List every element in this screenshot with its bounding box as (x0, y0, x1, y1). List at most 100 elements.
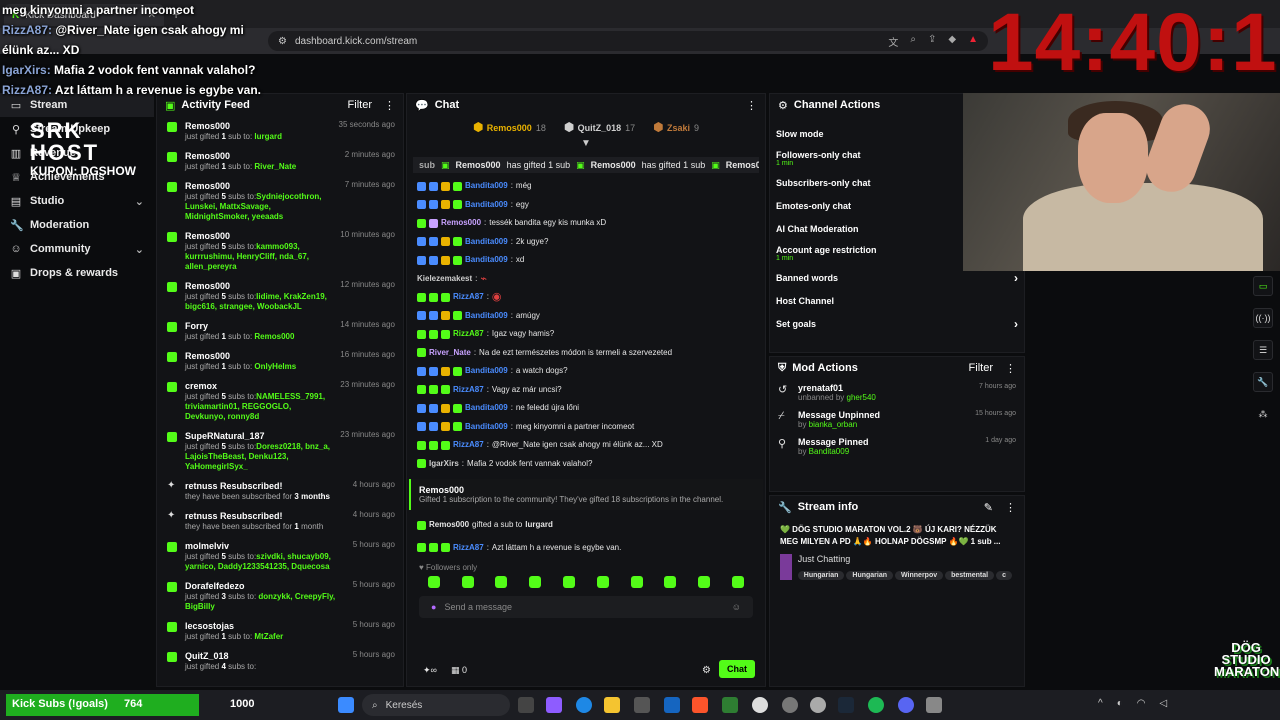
list-tool-icon[interactable]: ☰ (1253, 340, 1273, 360)
task-view-icon[interactable] (518, 697, 534, 713)
chat-username[interactable]: Bandita009 (465, 362, 508, 381)
kebab-menu-icon[interactable]: ⋮ (384, 99, 395, 112)
store-icon[interactable] (634, 697, 650, 713)
tray-app-icon[interactable]: ◐ (1117, 698, 1123, 709)
chat-username[interactable]: IgarXirs (429, 455, 459, 474)
sidebar-item-studio[interactable]: ▤ Studio ⌄ (0, 189, 154, 213)
feed-item-name[interactable]: SupeRNatural_187 (185, 430, 332, 442)
edge-icon[interactable] (576, 697, 592, 713)
chat-username[interactable]: Kielezemakest (417, 270, 472, 289)
tray-chevron-icon[interactable]: ^ (1098, 698, 1103, 709)
settings-gear-icon[interactable]: ⚙ (702, 665, 711, 676)
emoji-icon[interactable]: ☺ (732, 602, 741, 612)
translate-icon[interactable]: 文 (888, 34, 898, 49)
emote-icon[interactable] (461, 576, 474, 588)
feed-item-name[interactable]: Remos000 (185, 180, 337, 192)
chat-username[interactable]: Bandita009 (465, 177, 508, 196)
more-tool-icon[interactable]: ⁂ (1253, 404, 1273, 424)
emote-icon[interactable] (596, 576, 609, 588)
kebab-menu-icon[interactable]: ⋮ (1005, 501, 1016, 514)
chat-username[interactable]: Bandita009 (465, 399, 508, 418)
rewards-icon[interactable]: ▲ (968, 34, 978, 49)
copilot-icon[interactable] (546, 697, 562, 713)
obs-icon[interactable] (752, 697, 768, 713)
brave-icon[interactable] (692, 697, 708, 713)
gifter-name[interactable]: Remos000 (487, 123, 532, 133)
category-name[interactable]: Just Chatting (798, 554, 1014, 564)
app2-icon[interactable] (782, 697, 798, 713)
gifter-name[interactable]: QuitZ_018 (578, 123, 622, 133)
feed-item-name[interactable]: QuitZ_018 (185, 650, 345, 662)
chat-username[interactable]: Remos000 (441, 214, 481, 233)
site-settings-icon[interactable]: ⚙ (278, 36, 287, 47)
feed-item-name[interactable]: Remos000 (185, 350, 332, 362)
kebab-menu-icon[interactable]: ⋮ (746, 99, 757, 112)
feed-item-name[interactable]: Forry (185, 320, 332, 332)
share-icon[interactable]: ⇪ (928, 34, 936, 49)
zoom-icon[interactable]: ⌕ (910, 34, 916, 49)
chat-username[interactable]: Bandita009 (465, 233, 508, 252)
chat-username[interactable]: RizzA87 (453, 539, 484, 558)
chat-username[interactable]: Bandita009 (465, 251, 508, 270)
emote-icon[interactable] (664, 576, 677, 588)
emote-icon[interactable] (495, 576, 508, 588)
chat-username[interactable]: RizzA87 (453, 325, 484, 344)
feed-item-name[interactable]: Remos000 (185, 150, 337, 162)
chat-username[interactable]: RizzA87 (453, 288, 484, 307)
stream-tag[interactable]: Hungarian (846, 571, 894, 580)
sidebar-item-drops-rewards[interactable]: ▣ Drops & rewards (0, 261, 154, 285)
emote-icon[interactable] (529, 576, 542, 588)
feed-item-name[interactable]: Dorafelfedezo (185, 580, 345, 592)
chat-username[interactable]: RizzA87 (453, 381, 484, 400)
spotify-icon[interactable] (868, 697, 884, 713)
mod-action-who[interactable]: gher540 (847, 393, 876, 402)
chat-username[interactable]: Bandita009 (465, 307, 508, 326)
feed-item-name[interactable]: retnuss Resubscribed! (185, 510, 345, 522)
sidebar-item-community[interactable]: ☺ Community ⌄ (0, 237, 154, 261)
kebab-menu-icon[interactable]: ⋮ (1005, 362, 1016, 375)
edit-icon[interactable]: ✎ (984, 501, 993, 514)
chat-input[interactable]: ● Send a message ☺ (419, 596, 753, 618)
feed-item-name[interactable]: Remos000 (185, 280, 332, 292)
gifter-name[interactable]: Zsaki (667, 123, 690, 133)
feed-item-name[interactable]: Remos000 (185, 120, 331, 132)
channel-action-host-channel[interactable]: Host Channel (770, 289, 1024, 312)
emote-icon[interactable] (630, 576, 643, 588)
file-explorer-icon[interactable] (604, 697, 620, 713)
wrench-tool-icon[interactable]: 🔧 (1253, 372, 1273, 392)
feed-item-name[interactable]: cremox (185, 380, 332, 392)
emote-icon[interactable] (427, 576, 440, 588)
app-icon[interactable] (722, 697, 738, 713)
chat-username[interactable]: River_Nate (429, 344, 471, 363)
feed-filter-button[interactable]: Filter (348, 99, 372, 111)
points-icon[interactable]: ✦∞ (423, 665, 437, 676)
volume-icon[interactable]: ◁ (1159, 698, 1167, 709)
sidebar-item-moderation[interactable]: 🔧 Moderation (0, 213, 154, 237)
stream-tag[interactable]: bestmental (945, 571, 995, 580)
feed-item-name[interactable]: Remos000 (185, 230, 332, 242)
chat-username[interactable]: Bandita009 (465, 418, 508, 437)
chat-tool-icon[interactable]: ▭ (1253, 276, 1273, 296)
stream-tag[interactable]: Winnerpov (895, 571, 944, 580)
mic-icon[interactable]: ● (431, 602, 436, 612)
wifi-icon[interactable]: ◠ (1137, 698, 1146, 709)
broadcast-icon[interactable]: ((·)) (1253, 308, 1273, 328)
collapse-icon[interactable]: ▼ (407, 138, 765, 149)
windows-start-icon[interactable] (338, 697, 354, 713)
stream-tag[interactable]: c (996, 571, 1012, 580)
mod-filter-button[interactable]: Filter (969, 362, 993, 374)
emote-icon[interactable] (732, 576, 745, 588)
emote-icon[interactable] (563, 576, 576, 588)
taskbar-search[interactable]: ⌕ Keresés (362, 694, 510, 716)
calculator-icon[interactable] (926, 697, 942, 713)
stream-tag[interactable]: Hungarian (797, 571, 845, 580)
brave-shield-icon[interactable]: ◆ (948, 34, 956, 49)
send-chat-button[interactable]: Chat (719, 660, 755, 678)
steam-icon[interactable] (838, 697, 854, 713)
channel-action-set-goals[interactable]: Set goals › (770, 312, 1024, 335)
chat-username[interactable]: Bandita009 (465, 196, 508, 215)
mod-action-who[interactable]: bianka_orban (809, 420, 857, 429)
feed-item-name[interactable]: molmelviv (185, 540, 345, 552)
feed-item-name[interactable]: lecsostojas (185, 620, 345, 632)
mod-action-who[interactable]: Bandita009 (809, 447, 849, 456)
